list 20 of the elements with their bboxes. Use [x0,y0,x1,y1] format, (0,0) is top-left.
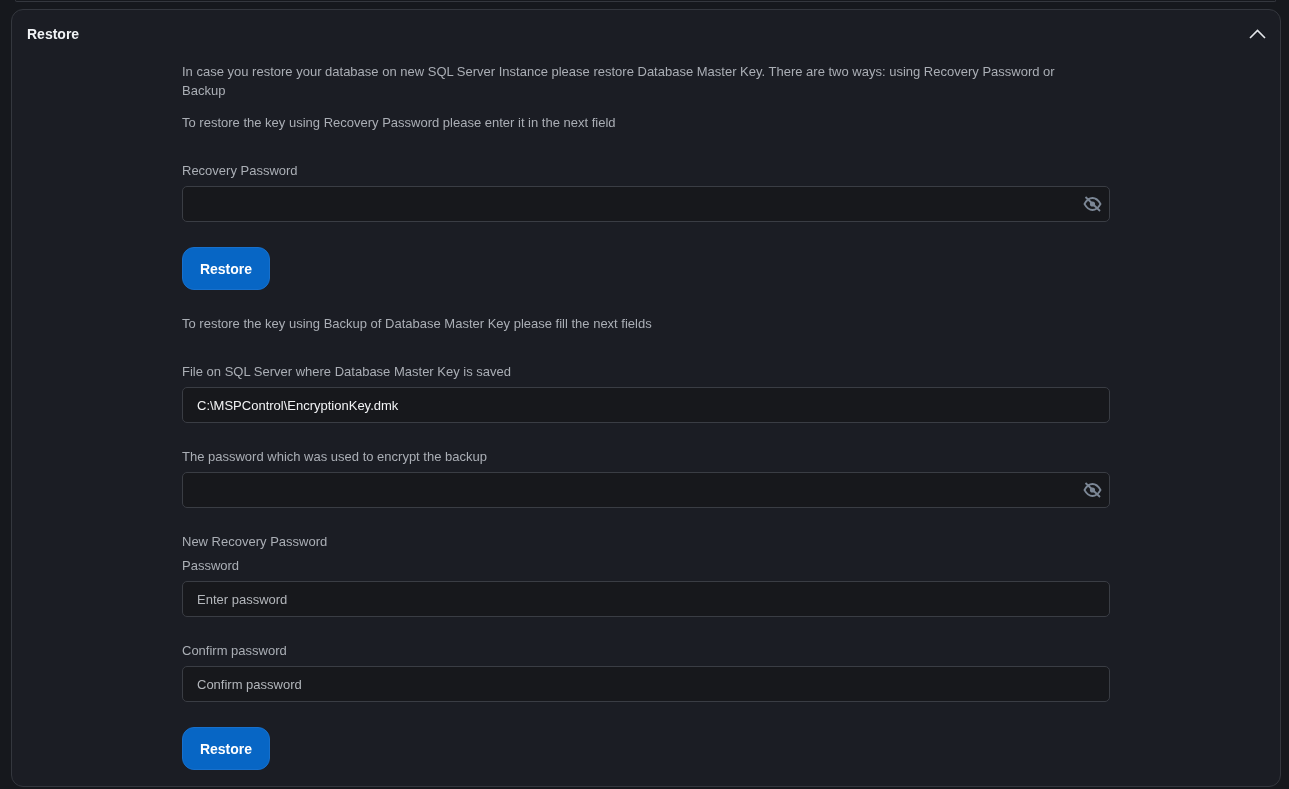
password-field[interactable] [182,472,1110,508]
text-field[interactable]: C:\MSPControl\EncryptionKey.dmk [182,387,1110,423]
instruction-text: To restore the key using Backup of Database Master Key please fill the next fields [182,315,653,333]
chevron-up-icon[interactable] [1249,29,1266,39]
eye-slash-icon[interactable] [1083,482,1102,498]
restore-button[interactable]: Restore [182,727,270,770]
field-label: The password which was used to encrypt the backup [182,448,487,466]
field-label: Confirm password [182,642,287,660]
field-label: Recovery Password [182,162,298,180]
instruction-text: To restore the key using Recovery Password please enter it in the next field [182,114,617,132]
eye-slash-icon[interactable] [1083,196,1102,212]
restore-button[interactable]: Restore [182,247,270,290]
instruction-text: In case you restore your database on new SQL Server Instance please restore Database Master Key. There are two ways: using Recovery Password or Backup [182,63,1056,100]
panel-title: Restore [27,26,80,42]
text-field[interactable]: Confirm password [182,666,1110,702]
text-field[interactable]: Enter password [182,581,1110,617]
section-heading: New Recovery Password [182,533,328,551]
field-label: Password [182,557,240,575]
password-field[interactable] [182,186,1110,222]
field-label: File on SQL Server where Database Master Key is saved [182,363,511,381]
